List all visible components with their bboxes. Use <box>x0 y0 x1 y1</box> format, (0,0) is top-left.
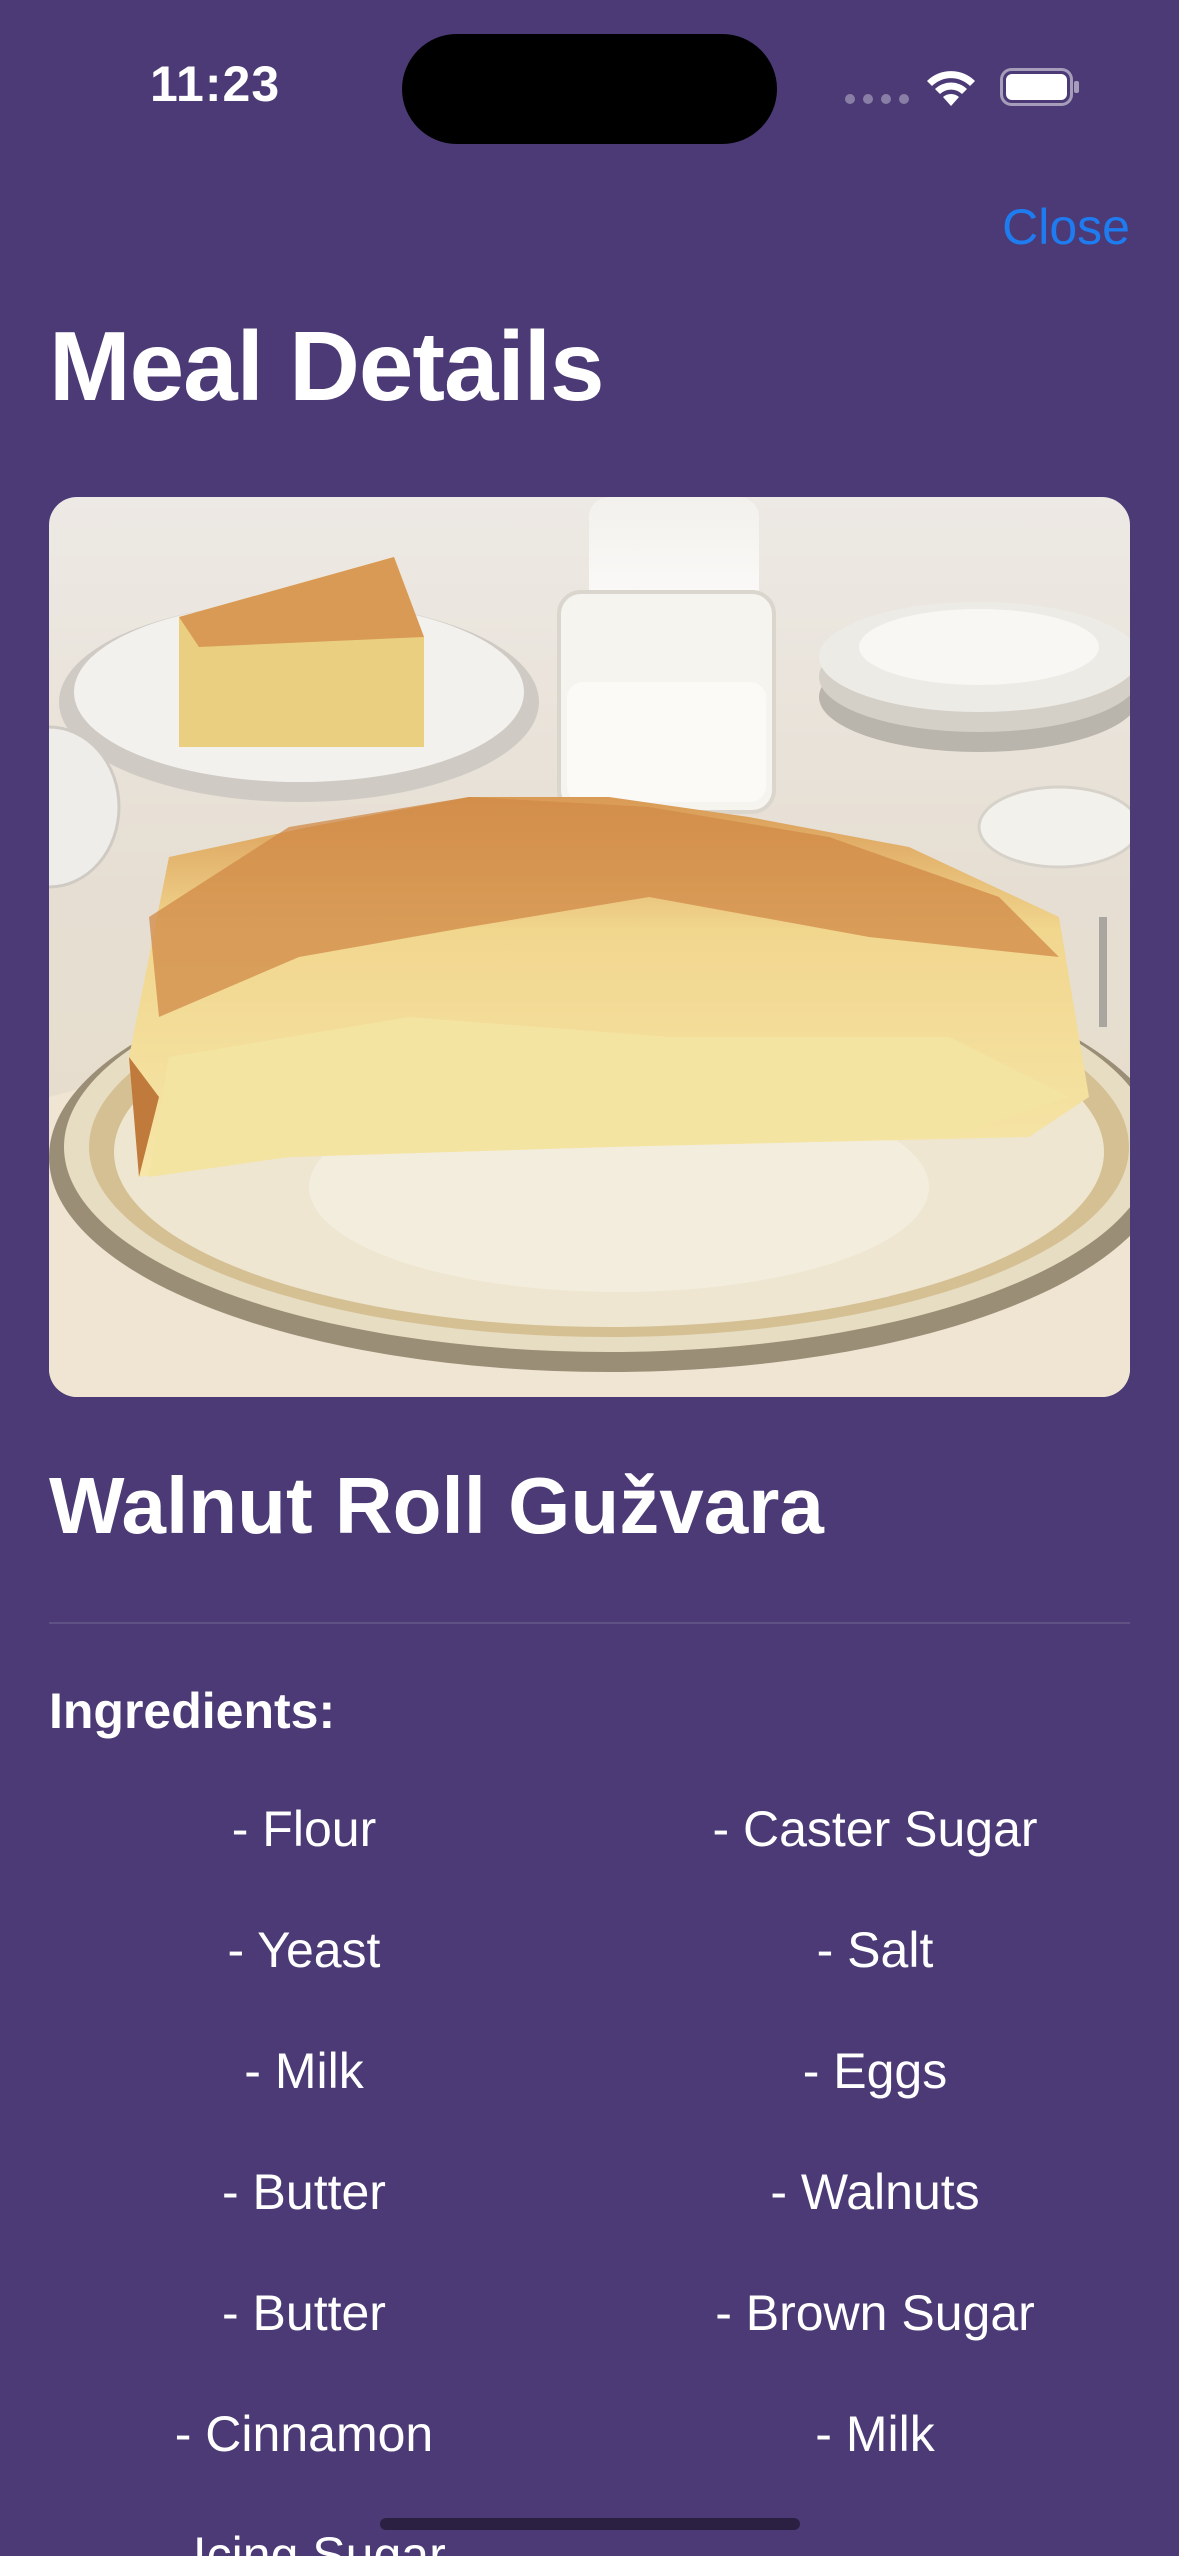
wifi-icon <box>927 71 975 106</box>
divider <box>49 1622 1130 1624</box>
meal-image <box>49 497 1130 1397</box>
ingredients-heading: Ingredients: <box>49 1683 336 1739</box>
page-title: Meal Details <box>49 311 604 421</box>
home-indicator[interactable] <box>380 2518 800 2530</box>
status-time: 11:23 <box>150 56 281 112</box>
ingredient-item: - Salt <box>816 1922 934 1978</box>
dynamic-island <box>402 34 777 144</box>
ingredient-item: - Milk <box>244 2043 364 2099</box>
ingredient-item: - Icing Sugar <box>162 2527 446 2556</box>
ingredient-item: - Cinnamon <box>174 2406 434 2462</box>
ingredient-item: - Butter <box>222 2285 386 2341</box>
ingredient-item: - Butter <box>222 2164 386 2220</box>
close-button[interactable]: Close <box>1002 198 1130 256</box>
ingredient-item: - Brown Sugar <box>715 2285 1035 2341</box>
ingredient-item: - Caster Sugar <box>712 1801 1038 1857</box>
battery-icon <box>1000 68 1079 106</box>
signal-dots <box>845 94 909 104</box>
ingredient-item: - Flour <box>231 1801 377 1857</box>
meal-name: Walnut Roll Gužvara <box>49 1461 824 1550</box>
meal-details-screen: 11:23 Close Meal Details Walnut Roll Guž… <box>0 0 1179 2556</box>
ingredient-item: - Milk <box>815 2406 935 2462</box>
ingredient-item: - Walnuts <box>770 2164 980 2220</box>
ingredient-item: - Eggs <box>802 2043 948 2099</box>
ingredient-item: - Yeast <box>227 1922 381 1978</box>
